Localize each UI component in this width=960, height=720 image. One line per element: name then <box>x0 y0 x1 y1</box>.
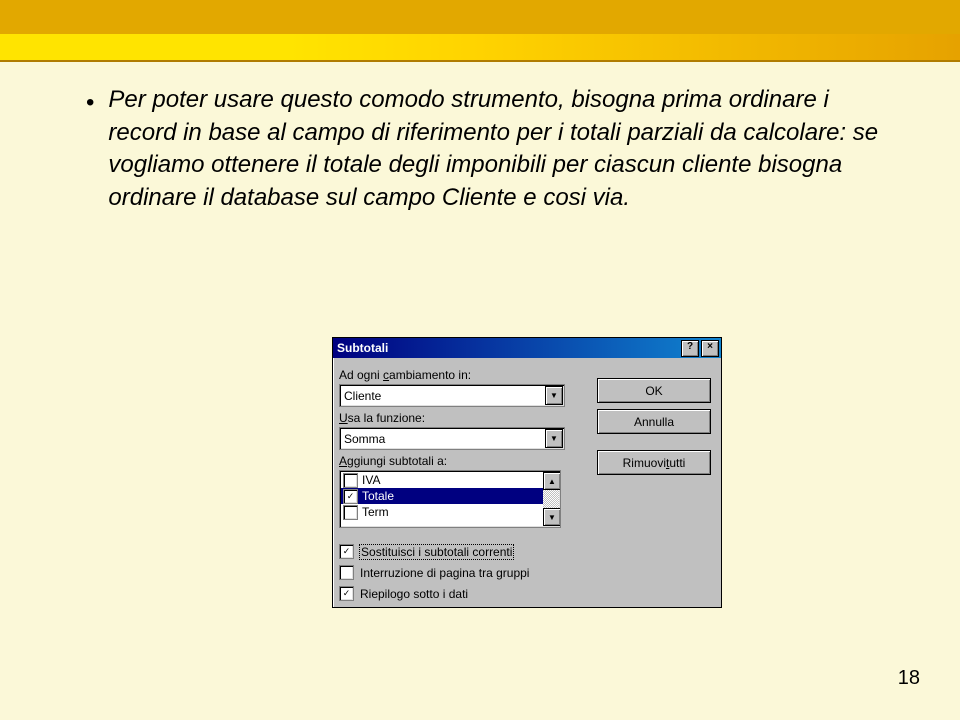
slide-content: • Per poter usare questo comodo strument… <box>0 62 960 215</box>
checkbox-icon[interactable]: ✓ <box>343 489 358 504</box>
checkbox-pagebreak[interactable]: Interruzione di pagina tra gruppi <box>339 565 715 580</box>
header-top-bar <box>0 0 960 34</box>
scroll-down-icon[interactable]: ▼ <box>543 508 561 526</box>
list-item[interactable]: Term <box>341 504 543 520</box>
chevron-down-icon[interactable]: ▼ <box>545 429 563 448</box>
bullet-text: Per poter usare questo comodo strumento,… <box>108 84 896 215</box>
list-item[interactable]: ✓ Totale <box>341 488 543 504</box>
remove-all-button[interactable]: Rimuovi tutti <box>597 450 711 475</box>
list-item-label: Totale <box>362 489 394 503</box>
checkbox-icon[interactable] <box>343 505 358 520</box>
header-gradient-strip <box>0 34 960 60</box>
list-item-label: Term <box>362 505 389 519</box>
checkbox-pagebreak-label: Interruzione di pagina tra gruppi <box>360 566 529 580</box>
label-use-function: Usa la funzione: <box>339 411 569 425</box>
bullet-dot: • <box>86 87 94 120</box>
checkbox-icon[interactable]: ✓ <box>339 586 354 601</box>
page-number: 18 <box>898 667 920 690</box>
checkbox-replace-label: Sostituisci i subtotali correnti <box>360 545 513 559</box>
cancel-button[interactable]: Annulla <box>597 409 711 434</box>
checkbox-icon[interactable] <box>339 565 354 580</box>
checkbox-icon[interactable]: ✓ <box>339 544 354 559</box>
help-icon[interactable]: ? <box>681 340 699 357</box>
combo-change-at[interactable]: Cliente ▼ <box>339 384 565 407</box>
checkbox-replace[interactable]: ✓ Sostituisci i subtotali correnti <box>339 544 715 559</box>
label-add-subtotals: Aggiungi subtotali a: <box>339 454 569 468</box>
checkbox-icon[interactable] <box>343 473 358 488</box>
list-item[interactable]: IVA <box>341 472 543 488</box>
chevron-down-icon[interactable]: ▼ <box>545 386 563 405</box>
checkbox-summary[interactable]: ✓ Riepilogo sotto i dati <box>339 586 715 601</box>
combo-function-value: Somma <box>344 432 385 446</box>
dialog-titlebar[interactable]: Subtotali ? × <box>333 338 721 358</box>
close-icon[interactable]: × <box>701 340 719 357</box>
combo-use-function[interactable]: Somma ▼ <box>339 427 565 450</box>
subtotali-dialog: Subtotali ? × Ad ogni cambiamento in: Cl… <box>332 337 722 608</box>
scrollbar[interactable]: ▲ ▼ <box>543 472 559 526</box>
label-change-at: Ad ogni cambiamento in: <box>339 368 569 382</box>
dialog-title: Subtotali <box>337 341 388 355</box>
list-item-label: IVA <box>362 473 380 487</box>
checkbox-summary-label: Riepilogo sotto i dati <box>360 587 468 601</box>
combo-change-value: Cliente <box>344 389 381 403</box>
scroll-up-icon[interactable]: ▲ <box>543 472 561 490</box>
ok-button[interactable]: OK <box>597 378 711 403</box>
listbox-add-subtotals[interactable]: IVA ✓ Totale Term ▲ ▼ <box>339 470 561 528</box>
